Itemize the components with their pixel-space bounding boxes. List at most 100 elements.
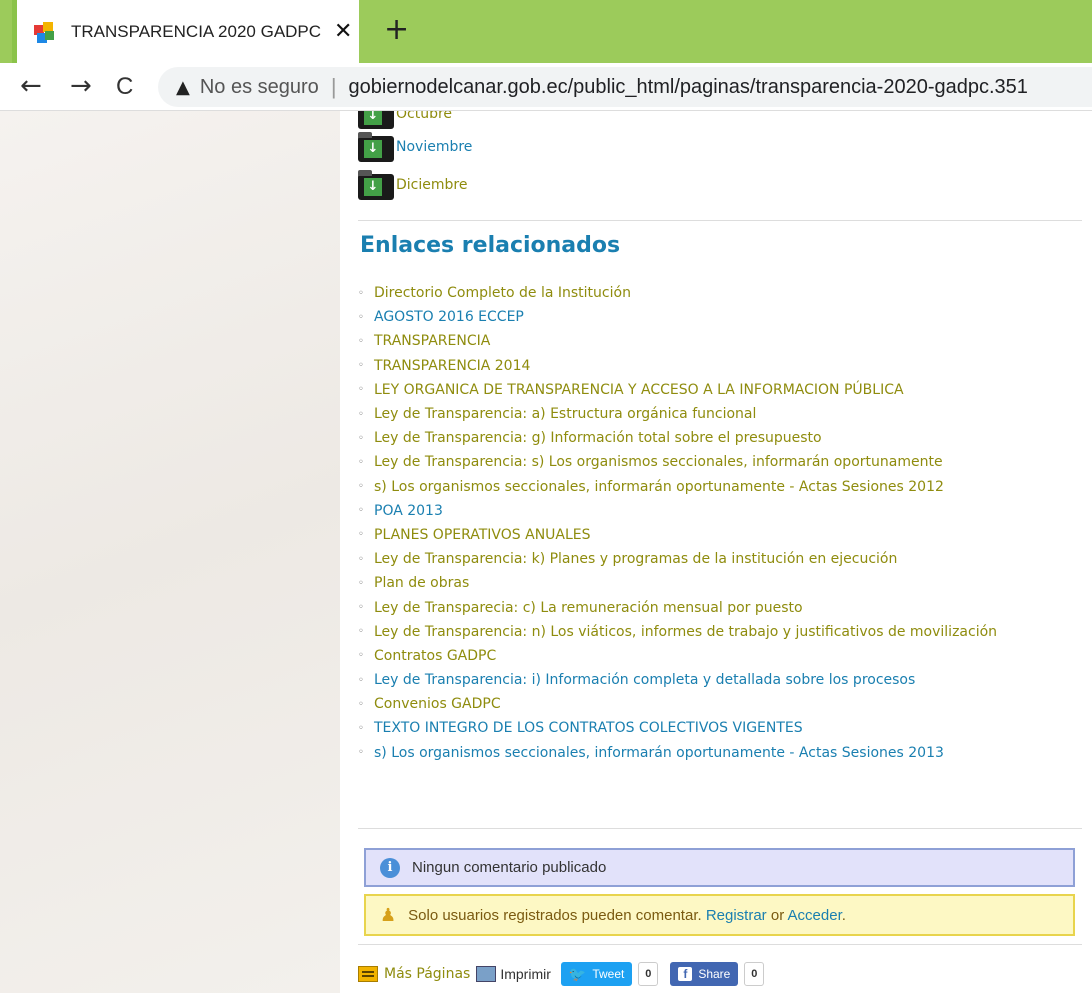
- reload-icon[interactable]: C: [116, 73, 133, 101]
- related-link[interactable]: Convenios GADPC: [374, 696, 501, 712]
- list-item: ◦ Ley de Transparencia: a) Estructura org…: [358, 402, 997, 426]
- related-link[interactable]: Contratos GADPC: [374, 648, 496, 664]
- related-link[interactable]: Ley de Transparencia: n) Los viáticos, i…: [374, 624, 997, 640]
- related-link[interactable]: AGOSTO 2016 ECCEP: [374, 309, 524, 325]
- month-link[interactable]: Octubre: [396, 111, 452, 122]
- related-link[interactable]: TRANSPARENCIA 2014: [374, 358, 530, 374]
- related-link[interactable]: Ley de Transparencia: i) Información com…: [374, 672, 915, 688]
- site-favicon-icon: [31, 19, 57, 45]
- new-tab-button[interactable]: +: [384, 12, 409, 47]
- divider: [358, 944, 1082, 945]
- related-link[interactable]: Directorio Completo de la Institución: [374, 285, 631, 301]
- list-item: ◦ Ley de Transparencia: g) Información to…: [358, 426, 997, 450]
- bullet-icon: ◦: [358, 335, 364, 347]
- list-item: ◦ Ley de Transparencia: n) Los viáticos, …: [358, 620, 997, 644]
- related-link[interactable]: Ley de Transparencia: s) Los organismos …: [374, 454, 943, 470]
- page-footer-actions: Más Páginas Imprimir 🐦 Tweet 0 f Share 0: [358, 962, 765, 986]
- bullet-icon: ◦: [358, 432, 364, 444]
- print-link[interactable]: Imprimir: [500, 966, 551, 982]
- security-label[interactable]: No es seguro: [200, 76, 319, 99]
- url-text[interactable]: gobiernodelcanar.gob.ec/public_html/pagi…: [349, 76, 1028, 99]
- related-link[interactable]: LEY ORGANICA DE TRANSPARENCIA Y ACCESO A…: [374, 382, 904, 398]
- no-comments-text: Ningun comentario publicado: [412, 859, 607, 876]
- bullet-icon: ◦: [358, 602, 364, 614]
- page-viewport: ↓ Octubre ↓ Noviembre ↓ Diciembre Enlace…: [0, 111, 1092, 993]
- bullet-icon: ◦: [358, 722, 364, 734]
- related-link[interactable]: s) Los organismos seccionales, informará…: [374, 479, 944, 495]
- url-omnibox[interactable]: ▲ No es seguro | gobiernodelcanar.gob.ec…: [158, 67, 1092, 107]
- bullet-icon: ◦: [358, 626, 364, 638]
- related-link[interactable]: TRANSPARENCIA: [374, 333, 490, 349]
- main-content: ↓ Octubre ↓ Noviembre ↓ Diciembre Enlace…: [358, 111, 1092, 993]
- tweet-button[interactable]: 🐦 Tweet: [560, 962, 633, 986]
- share-count: 0: [744, 962, 765, 986]
- register-link[interactable]: Registrar: [706, 907, 767, 924]
- login-required-text: Solo usuarios registrados pueden comenta…: [408, 907, 846, 924]
- related-link[interactable]: POA 2013: [374, 503, 443, 519]
- related-link[interactable]: PLANES OPERATIVOS ANUALES: [374, 527, 591, 543]
- related-link[interactable]: Ley de Transparencia: a) Estructura orgá…: [374, 406, 756, 422]
- list-item: ◦ PLANES OPERATIVOS ANUALES: [358, 523, 997, 547]
- bullet-icon: ◦: [358, 553, 364, 565]
- bullet-icon: ◦: [358, 674, 364, 686]
- list-item: ◦ TRANSPARENCIA 2014: [358, 354, 997, 378]
- bullet-icon: ◦: [358, 577, 364, 589]
- list-item: ◦ LEY ORGANICA DE TRANSPARENCIA Y ACCESO …: [358, 378, 997, 402]
- list-item: ◦ POA 2013: [358, 499, 997, 523]
- twitter-bird-icon: 🐦: [568, 965, 587, 982]
- bullet-icon: ◦: [358, 384, 364, 396]
- facebook-share-button[interactable]: f Share: [670, 962, 739, 986]
- browser-tab[interactable]: TRANSPARENCIA 2020 GADPC :: ✕: [12, 0, 359, 63]
- month-item-octubre[interactable]: ↓ Octubre: [358, 111, 452, 129]
- list-item: ◦ AGOSTO 2016 ECCEP: [358, 305, 997, 329]
- url-separator: |: [330, 74, 337, 99]
- list-item: ◦ Ley de Transparencia: k) Planes y progr…: [358, 547, 997, 571]
- list-item: ◦ s) Los organismos seccionales, informar…: [358, 741, 997, 765]
- bullet-icon: ◦: [358, 650, 364, 662]
- share-label: Share: [698, 967, 731, 981]
- warning-triangle-icon[interactable]: ▲: [176, 77, 190, 98]
- related-link[interactable]: s) Los organismos seccionales, informará…: [374, 745, 944, 761]
- list-item: ◦ Plan de obras: [358, 571, 997, 595]
- related-link[interactable]: TEXTO INTEGRO DE LOS CONTRATOS COLECTIVO…: [374, 720, 803, 736]
- no-comments-notice: i Ningun comentario publicado: [364, 848, 1075, 887]
- login-link[interactable]: Acceder: [788, 907, 842, 924]
- related-link[interactable]: Plan de obras: [374, 575, 469, 591]
- close-tab-icon[interactable]: ✕: [334, 19, 352, 44]
- bullet-icon: ◦: [358, 311, 364, 323]
- bullet-icon: ◦: [358, 505, 364, 517]
- download-folder-icon: ↓: [358, 132, 394, 162]
- more-pages-icon: [358, 966, 378, 982]
- printer-icon[interactable]: [476, 966, 497, 982]
- related-links-heading: Enlaces relacionados: [360, 233, 621, 258]
- bullet-icon: ◦: [358, 360, 364, 372]
- list-item: ◦ Ley de Transparencia: i) Información co…: [358, 668, 997, 692]
- facebook-icon: f: [678, 967, 693, 981]
- month-item-noviembre[interactable]: ↓ Noviembre: [358, 132, 472, 162]
- list-item: ◦ s) Los organismos seccionales, informar…: [358, 475, 997, 499]
- related-link[interactable]: Ley de Transparencia: g) Información tot…: [374, 430, 822, 446]
- list-item: ◦ Ley de Transparecia: c) La remuneración…: [358, 595, 997, 619]
- download-folder-icon: ↓: [358, 111, 394, 129]
- list-item: ◦ Directorio Completo de la Institución: [358, 281, 997, 305]
- bullet-icon: ◦: [358, 287, 364, 299]
- month-link[interactable]: Diciembre: [396, 177, 467, 193]
- warning-user-icon: ♟: [380, 904, 397, 926]
- tweet-count: 0: [638, 962, 659, 986]
- forward-arrow-icon[interactable]: →: [70, 71, 92, 101]
- more-pages-link[interactable]: Más Páginas: [384, 966, 470, 982]
- month-item-diciembre[interactable]: ↓ Diciembre: [358, 170, 467, 200]
- related-link[interactable]: Ley de Transparecia: c) La remuneración …: [374, 600, 803, 616]
- list-item: ◦ TRANSPARENCIA: [358, 329, 997, 353]
- back-arrow-icon[interactable]: ←: [20, 71, 42, 101]
- related-link[interactable]: Ley de Transparencia: k) Planes y progra…: [374, 551, 897, 567]
- info-icon: i: [380, 857, 400, 878]
- list-item: ◦ Ley de Transparencia: s) Los organismos…: [358, 450, 997, 474]
- or-text: or: [770, 906, 785, 924]
- list-item: ◦ Convenios GADPC: [358, 692, 997, 716]
- tab-bar: TRANSPARENCIA 2020 GADPC :: ✕ +: [0, 0, 1092, 63]
- month-link[interactable]: Noviembre: [396, 139, 472, 155]
- list-item: ◦ Contratos GADPC: [358, 644, 997, 668]
- tab-title: TRANSPARENCIA 2020 GADPC ::: [71, 21, 324, 41]
- bullet-icon: ◦: [358, 747, 364, 759]
